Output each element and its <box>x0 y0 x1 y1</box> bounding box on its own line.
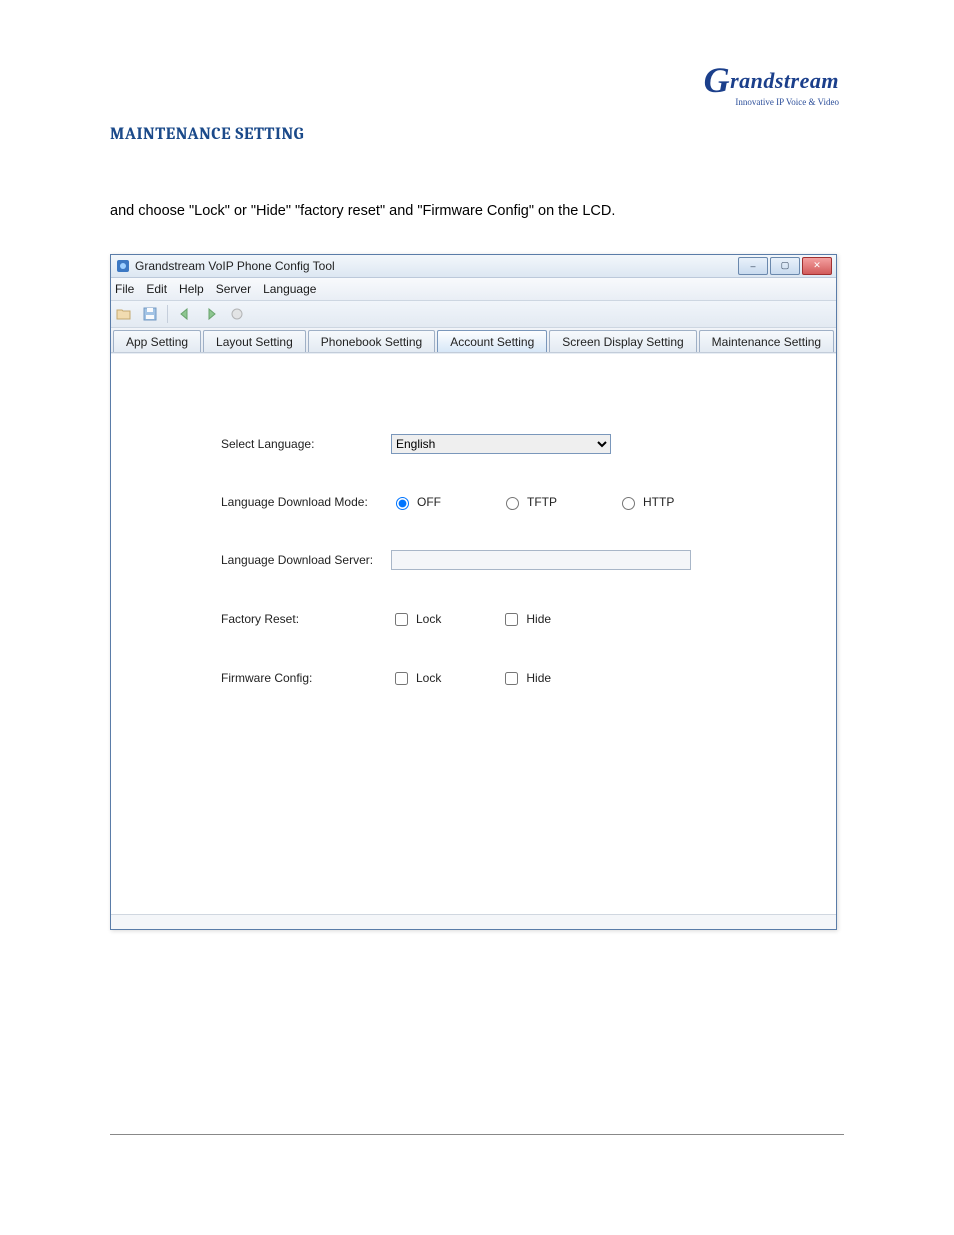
forward-arrow-icon[interactable] <box>202 305 220 323</box>
maximize-button[interactable]: ▢ <box>770 257 800 275</box>
menu-edit[interactable]: Edit <box>146 282 167 296</box>
titlebar: Grandstream VoIP Phone Config Tool – ▢ ✕ <box>111 255 836 278</box>
radio-http-label: HTTP <box>643 495 674 509</box>
radio-tftp[interactable]: TFTP <box>501 494 557 510</box>
menu-file[interactable]: File <box>115 282 134 296</box>
label-factory-reset: Factory Reset: <box>221 612 391 626</box>
label-select-language: Select Language: <box>221 437 391 451</box>
tab-layout-setting[interactable]: Layout Setting <box>203 330 306 352</box>
tab-app-setting[interactable]: App Setting <box>113 330 201 352</box>
menubar: File Edit Help Server Language <box>111 278 836 301</box>
brand-logo: Grandstream Innovative IP Voice & Video <box>704 55 839 107</box>
check-firmware-lock[interactable]: Lock <box>391 669 441 688</box>
radio-off[interactable]: OFF <box>391 494 441 510</box>
save-icon[interactable] <box>141 305 159 323</box>
circle-icon[interactable] <box>228 305 246 323</box>
logo-g: G <box>704 59 731 101</box>
tab-phonebook-setting[interactable]: Phonebook Setting <box>308 330 435 352</box>
body-text: and choose "Lock" or "Hide" "factory res… <box>110 199 844 224</box>
tabstrip: App Setting Layout Setting Phonebook Set… <box>111 328 836 353</box>
input-download-server[interactable] <box>391 550 691 570</box>
check-factory-hide[interactable]: Hide <box>501 610 551 629</box>
check-factory-hide-label: Hide <box>526 612 551 626</box>
statusbar <box>111 914 836 929</box>
minimize-button[interactable]: – <box>738 257 768 275</box>
app-icon <box>115 258 131 274</box>
back-arrow-icon[interactable] <box>176 305 194 323</box>
logo-rest: randstream <box>730 68 839 93</box>
menu-server[interactable]: Server <box>216 282 251 296</box>
label-download-mode: Language Download Mode: <box>221 495 391 509</box>
section-title: MAINTENANCE SETTING <box>110 125 844 144</box>
check-firmware-hide-label: Hide <box>526 671 551 685</box>
menu-language[interactable]: Language <box>263 282 316 296</box>
tab-screen-display-setting[interactable]: Screen Display Setting <box>549 330 696 352</box>
radio-off-label: OFF <box>417 495 441 509</box>
radio-http[interactable]: HTTP <box>617 494 674 510</box>
toolbar <box>111 301 836 328</box>
folder-open-icon[interactable] <box>115 305 133 323</box>
check-factory-lock[interactable]: Lock <box>391 610 441 629</box>
close-button[interactable]: ✕ <box>802 257 832 275</box>
check-factory-lock-label: Lock <box>416 612 441 626</box>
radio-tftp-label: TFTP <box>527 495 557 509</box>
label-firmware-config: Firmware Config: <box>221 671 391 685</box>
tab-maintenance-setting[interactable]: Maintenance Setting <box>699 330 834 352</box>
select-language[interactable]: English <box>391 434 611 454</box>
menu-help[interactable]: Help <box>179 282 204 296</box>
window-title: Grandstream VoIP Phone Config Tool <box>135 259 736 273</box>
tab-account-setting[interactable]: Account Setting <box>437 330 547 352</box>
app-window: Grandstream VoIP Phone Config Tool – ▢ ✕… <box>110 254 837 930</box>
toolbar-separator <box>167 305 168 323</box>
check-firmware-lock-label: Lock <box>416 671 441 685</box>
footer-rule <box>110 1134 844 1135</box>
label-download-server: Language Download Server: <box>221 553 391 567</box>
tab-pane: Select Language: English Language Downlo… <box>111 353 836 914</box>
check-firmware-hide[interactable]: Hide <box>501 669 551 688</box>
